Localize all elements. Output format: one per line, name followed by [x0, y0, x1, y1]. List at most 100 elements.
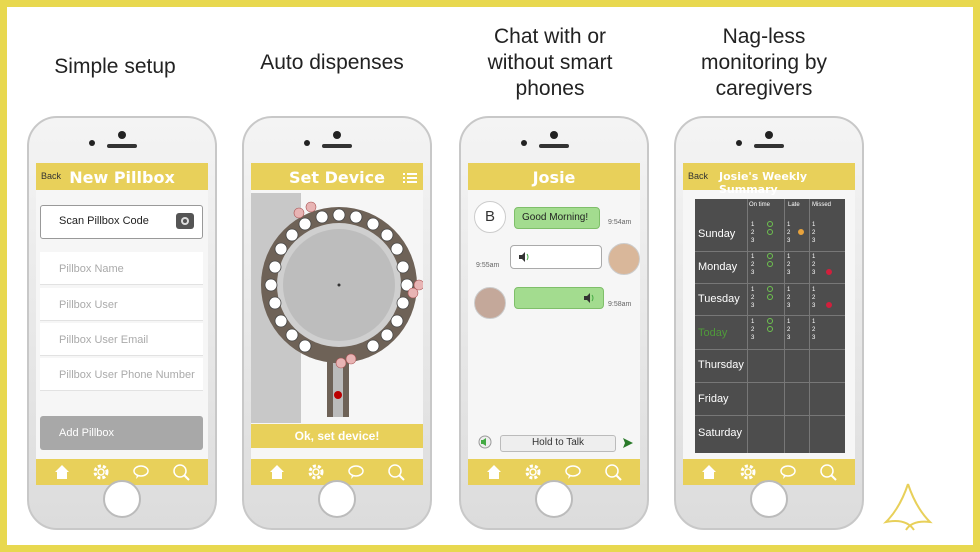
day-friday: Friday — [698, 393, 729, 405]
hold-to-talk-button[interactable]: Hold to Talk — [500, 435, 616, 452]
day-tuesday: Tuesday — [698, 293, 740, 305]
column-header-on-time: On time — [749, 202, 771, 208]
earpiece — [107, 144, 137, 148]
gear-icon[interactable] — [739, 463, 757, 481]
search-pill-icon[interactable] — [172, 463, 190, 481]
sensor — [736, 140, 742, 146]
header-bar: Back Josie's Weekly Summary — [683, 163, 855, 196]
status-on-time — [767, 294, 773, 300]
slot-numbers: 123 — [751, 254, 755, 276]
day-sunday: Sunday — [698, 228, 736, 240]
status-on-time — [767, 253, 773, 259]
grid-line — [695, 251, 845, 252]
status-on-time — [767, 261, 773, 267]
message-bubble: Good Morning! — [514, 207, 600, 229]
slot-numbers: 123 — [751, 319, 755, 341]
screen-new-pillbox: Back New Pillbox Scan Pillbox Code Pillb… — [36, 163, 208, 485]
slot-numbers: 123 — [812, 319, 816, 341]
pillbox-user-field[interactable]: Pillbox User — [40, 288, 203, 321]
speaker-icon — [518, 251, 530, 266]
home-icon[interactable] — [700, 463, 718, 481]
chat-icon[interactable] — [564, 463, 582, 481]
sensor — [521, 140, 527, 146]
grid-line — [695, 382, 845, 383]
add-pillbox-label: Add Pillbox — [59, 427, 115, 439]
day-today: Today — [698, 327, 728, 339]
page-title: Josie's Weekly Summary — [719, 170, 808, 196]
avatar-initial: B — [484, 208, 495, 225]
home-button[interactable] — [318, 480, 356, 518]
message-timestamp: 9:55am — [476, 262, 500, 269]
screen-weekly-summary: Back Josie's Weekly Summary On time Late… — [683, 163, 855, 485]
phone-setup: Back New Pillbox Scan Pillbox Code Pillb… — [27, 116, 217, 530]
search-pill-icon[interactable] — [387, 463, 405, 481]
slot-numbers: 123 — [812, 222, 816, 244]
speaker-icon — [583, 292, 595, 307]
front-camera — [118, 131, 126, 139]
status-missed — [826, 269, 832, 275]
home-icon[interactable] — [268, 463, 286, 481]
company-logo — [882, 483, 933, 531]
speaker-toggle-icon[interactable] — [478, 435, 492, 454]
page-title: Josie — [532, 168, 576, 187]
scan-label: Scan Pillbox Code — [59, 215, 149, 227]
caption-monitoring-line3: caregivers — [715, 77, 813, 100]
voice-message-bubble[interactable] — [514, 287, 604, 309]
home-icon[interactable] — [53, 463, 71, 481]
home-button[interactable] — [535, 480, 573, 518]
pill-wheel-diagram — [251, 193, 423, 423]
pillbox-name-field[interactable]: Pillbox Name — [40, 252, 203, 285]
weekly-summary-table: On time Late Missed Sunday Monday Tuesda… — [695, 199, 845, 453]
home-icon[interactable] — [485, 463, 503, 481]
phone-monitoring: Back Josie's Weekly Summary On time Late… — [674, 116, 864, 530]
grid-line — [695, 315, 845, 316]
home-button[interactable] — [750, 480, 788, 518]
voice-message-bubble[interactable] — [510, 245, 602, 269]
gear-icon[interactable] — [524, 463, 542, 481]
phone-dispense: Set Device Ok, set device! — [242, 116, 432, 530]
screen-chat: Josie B Good Morning! 9:54am 9:55am 9:58… — [468, 163, 640, 485]
search-pill-icon[interactable] — [819, 463, 837, 481]
caption-simple-setup: Simple setup — [54, 55, 176, 78]
chat-icon[interactable] — [132, 463, 150, 481]
search-pill-icon[interactable] — [604, 463, 622, 481]
slot-numbers: 123 — [787, 319, 791, 341]
front-camera — [333, 131, 341, 139]
front-camera — [765, 131, 773, 139]
gear-icon[interactable] — [92, 463, 110, 481]
set-device-button[interactable]: Ok, set device! — [251, 424, 423, 448]
grid-line — [695, 283, 845, 284]
column-header-missed: Missed — [812, 202, 832, 208]
screen-set-device: Set Device Ok, set device! — [251, 163, 423, 485]
status-missed — [826, 302, 832, 308]
slot-numbers: 123 — [812, 254, 816, 276]
back-button[interactable]: Back — [688, 171, 708, 181]
message-timestamp: 9:58am — [608, 301, 632, 308]
status-on-time — [767, 286, 773, 292]
column-header-late: Late — [788, 202, 800, 208]
chat-icon[interactable] — [347, 463, 365, 481]
home-button[interactable] — [103, 480, 141, 518]
day-monday: Monday — [698, 261, 738, 273]
caption-monitoring-line2: monitoring by — [700, 51, 828, 74]
status-on-time — [767, 229, 773, 235]
day-thursday: Thursday — [698, 359, 744, 371]
scan-pillbox-button[interactable]: Scan Pillbox Code — [40, 205, 203, 239]
earpiece — [322, 144, 352, 148]
add-pillbox-button[interactable]: Add Pillbox — [40, 416, 203, 450]
phone-chat: Josie B Good Morning! 9:54am 9:55am 9:58… — [459, 116, 649, 530]
header-bar: Back New Pillbox — [36, 163, 208, 190]
sensor — [304, 140, 310, 146]
page-title: Set Device — [289, 168, 385, 187]
status-on-time — [767, 318, 773, 324]
chat-icon[interactable] — [779, 463, 797, 481]
grid-line — [695, 415, 845, 416]
menu-icon[interactable] — [403, 171, 417, 189]
page-title: New Pillbox — [69, 168, 175, 187]
caption-chat-line3: phones — [515, 77, 585, 100]
gear-icon[interactable] — [307, 463, 325, 481]
send-icon[interactable] — [622, 436, 634, 454]
pillbox-user-phone-field[interactable]: Pillbox User Phone Number — [40, 358, 203, 391]
header-bar: Set Device — [251, 163, 423, 190]
pillbox-user-email-field[interactable]: Pillbox User Email — [40, 323, 203, 356]
